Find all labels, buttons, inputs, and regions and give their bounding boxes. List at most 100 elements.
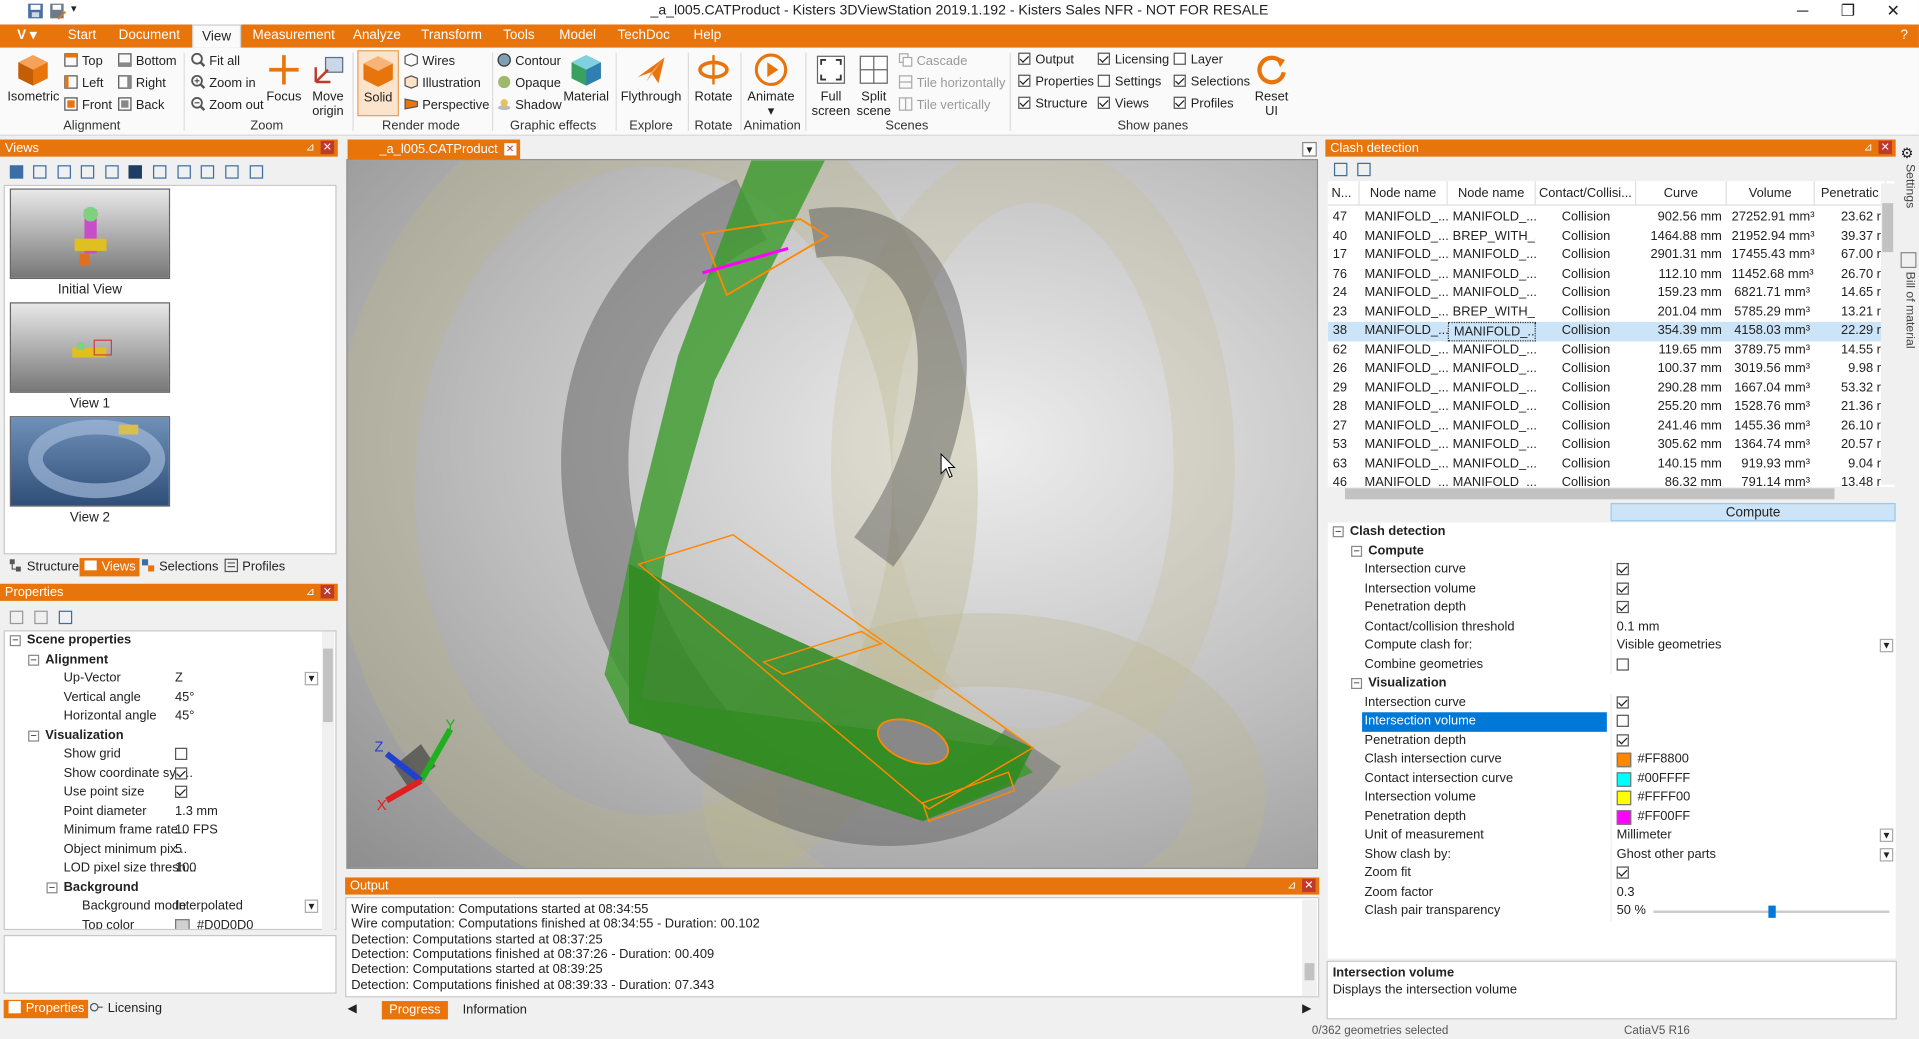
shadow-button[interactable]: Shadow	[497, 97, 562, 113]
zoom-view-icon[interactable]	[177, 165, 191, 179]
table-row[interactable]: 47 MANIFOLD_... MANIFOLD_... Collision 902.5…	[1328, 208, 1895, 227]
pin-icon[interactable]: ⊿	[1285, 879, 1298, 892]
table-row[interactable]: 62 MANIFOLD_... MANIFOLD_... Collision 119.6…	[1328, 341, 1895, 360]
profiles-pane-checkbox[interactable]: Profiles	[1173, 96, 1234, 111]
home-view-icon[interactable]	[9, 165, 24, 179]
property-value[interactable]: 100	[175, 859, 196, 878]
opaque-button[interactable]: Opaque	[497, 75, 561, 91]
document-tab[interactable]: _a_l005.CATProduct ✕	[347, 139, 520, 160]
setting-value[interactable]: #00FFFF	[1637, 769, 1690, 788]
split-scene-button[interactable]: Split scene	[853, 53, 895, 119]
update-view-icon[interactable]	[57, 165, 71, 179]
categorized-icon[interactable]	[9, 610, 24, 625]
close-button[interactable]: ✕	[1872, 0, 1914, 24]
full-screen-button[interactable]: Full screen	[810, 53, 852, 119]
property-row[interactable]: − Visualization	[5, 726, 323, 745]
setting-checkbox[interactable]	[1616, 866, 1629, 879]
table-row[interactable]: 76 MANIFOLD_... MANIFOLD_... Collision 112.1…	[1328, 265, 1895, 284]
tab-licensing[interactable]: Licensing	[86, 1000, 166, 1018]
color-swatch[interactable]	[1616, 752, 1632, 768]
tab-selections[interactable]: Selections	[137, 558, 222, 576]
collapse-icon[interactable]: −	[1351, 677, 1363, 689]
tab-properties[interactable]: Properties	[3, 999, 88, 1019]
table-row[interactable]: 63 MANIFOLD_... MANIFOLD_... Collision 140.1…	[1328, 455, 1895, 474]
table-row[interactable]: 53 MANIFOLD_... MANIFOLD_... Collision 305.6…	[1328, 436, 1895, 455]
color-swatch[interactable]	[1616, 809, 1632, 825]
setting-value[interactable]: Visible geometries	[1617, 636, 1722, 655]
property-row[interactable]: − Background	[5, 878, 323, 897]
illustration-button[interactable]: Illustration	[404, 75, 481, 91]
tabs-scroll-left-icon[interactable]: ◀	[348, 1002, 357, 1015]
dropdown-arrow-icon[interactable]: ▼	[304, 899, 319, 913]
settings-view-icon[interactable]	[249, 165, 264, 179]
output-pane-checkbox[interactable]: Output	[1018, 52, 1074, 67]
collapse-icon[interactable]: −	[46, 881, 58, 893]
color-swatch[interactable]	[1616, 771, 1632, 787]
property-value[interactable]: 45°	[175, 688, 194, 707]
clash-setting-row[interactable]: Zoom factor 0.3	[1328, 882, 1896, 902]
property-row[interactable]: Show grid	[5, 745, 323, 764]
column-header[interactable]: Volume	[1727, 181, 1815, 206]
view-thumbnail-view1[interactable]	[9, 302, 171, 393]
property-row[interactable]: Top color #D0D0D0	[5, 916, 323, 929]
view-thumbnail-initial[interactable]	[9, 188, 171, 280]
property-value[interactable]: #D0D0D0	[197, 916, 253, 929]
add-view-icon[interactable]	[33, 165, 47, 179]
tab-progress[interactable]: Progress	[381, 1001, 448, 1020]
pin-icon[interactable]: ⊿	[304, 585, 317, 598]
column-header[interactable]: Node name	[1448, 181, 1536, 206]
properties-scrollbar[interactable]	[321, 631, 335, 931]
restore-button[interactable]: ❐	[1827, 0, 1869, 24]
property-value[interactable]: Interpolated	[175, 897, 243, 916]
tile-horizontally-button[interactable]: Tile horizontally	[898, 75, 1005, 91]
close-icon[interactable]: ✕	[1878, 140, 1892, 155]
clash-setting-row[interactable]: Intersection volume #FFFF00	[1328, 788, 1896, 808]
settings-pane-checkbox[interactable]: Settings	[1097, 74, 1161, 89]
property-value[interactable]: 45°	[175, 707, 194, 726]
compute-button[interactable]: Compute	[1610, 502, 1896, 522]
column-header[interactable]: Penetratic	[1815, 181, 1886, 206]
previous-view-icon[interactable]	[105, 165, 119, 179]
column-header[interactable]: Curve	[1636, 181, 1727, 206]
setting-checkbox[interactable]	[1616, 562, 1629, 576]
tab-views[interactable]: Views	[79, 558, 140, 577]
close-icon[interactable]: ✕	[320, 140, 335, 155]
clash-setting-row[interactable]: − Clash detection	[1328, 523, 1896, 542]
collapse-icon[interactable]: −	[9, 635, 21, 647]
table-row[interactable]: 27 MANIFOLD_... MANIFOLD_... Collision 241.4…	[1328, 417, 1895, 436]
wires-button[interactable]: Wires	[404, 53, 455, 69]
tab-structure[interactable]: Structure	[5, 558, 83, 576]
clash-setting-row[interactable]: Clash intersection curve #FF8800	[1328, 750, 1896, 770]
tab-model[interactable]: Model	[551, 24, 605, 47]
property-row[interactable]: Object minimum pix... 5	[5, 840, 323, 859]
clash-setting-row[interactable]: Clash pair transparency 50 %	[1328, 901, 1896, 921]
property-row[interactable]: Horizontal angle 45°	[5, 707, 323, 726]
color-swatch[interactable]	[1616, 790, 1632, 806]
close-icon[interactable]: ✕	[1302, 878, 1316, 893]
property-value[interactable]: 1.3 mm	[175, 802, 218, 821]
refresh-view-icon[interactable]	[200, 165, 215, 179]
solid-button[interactable]: Solid	[357, 50, 399, 117]
view-left-button[interactable]: Left	[64, 75, 103, 91]
tab-tools[interactable]: Tools	[494, 24, 543, 47]
tab-help[interactable]: Help	[685, 24, 729, 47]
selections-pane-checkbox[interactable]: Selections	[1173, 74, 1250, 89]
tab-document[interactable]: Document	[110, 24, 188, 47]
dropdown-arrow-icon[interactable]: ▼	[304, 671, 319, 686]
table-row[interactable]: 28 MANIFOLD_... MANIFOLD_... Collision 255.2…	[1328, 398, 1895, 417]
tile-vertically-button[interactable]: Tile vertically	[898, 97, 990, 113]
tab-transform[interactable]: Transform	[416, 24, 487, 47]
property-checkbox[interactable]	[175, 766, 188, 779]
zoom-out-button[interactable]: Zoom out	[191, 96, 264, 113]
clash-setting-row[interactable]: Zoom fit	[1328, 864, 1896, 883]
cascade-button[interactable]: Cascade	[898, 53, 967, 69]
table-row[interactable]: 24 MANIFOLD_... MANIFOLD_... Collision 159.2…	[1328, 284, 1895, 303]
clash-setting-row[interactable]: Penetration depth	[1328, 731, 1896, 751]
clash-table-vscroll[interactable]	[1880, 183, 1895, 485]
focus-button[interactable]: Focus	[262, 53, 306, 104]
setting-value[interactable]: Millimeter	[1617, 826, 1672, 845]
clash-setting-row[interactable]: − Visualization	[1328, 674, 1896, 693]
dropdown-arrow-icon[interactable]: ▼	[1879, 638, 1894, 653]
bom-icon[interactable]	[1900, 252, 1917, 269]
stop-icon[interactable]	[128, 165, 142, 179]
